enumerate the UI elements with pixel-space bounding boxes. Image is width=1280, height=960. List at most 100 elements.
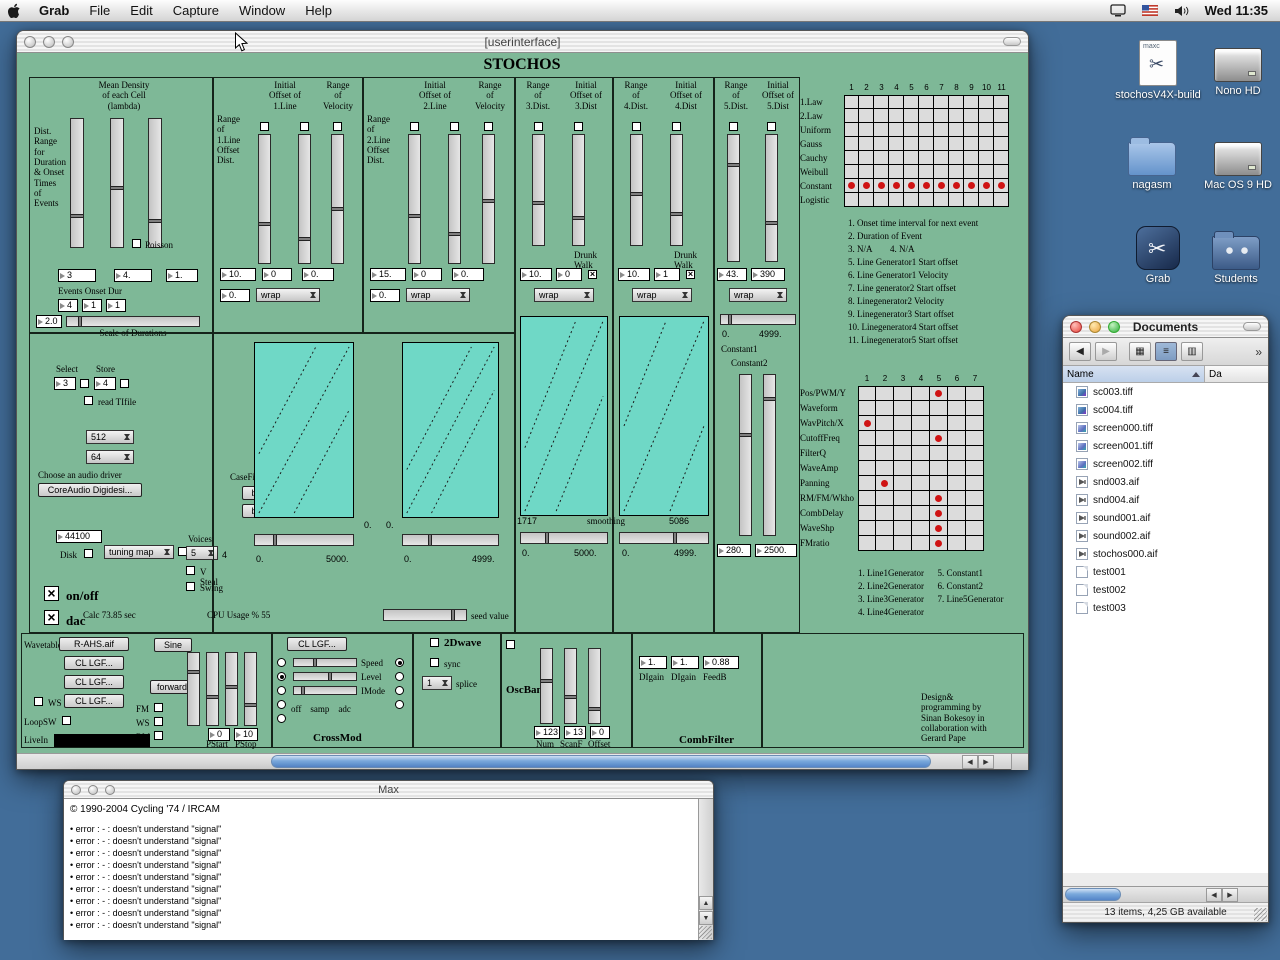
disk-checkbox[interactable] xyxy=(84,549,93,558)
line1-checkbox-2[interactable] xyxy=(300,122,309,131)
minimize-button[interactable] xyxy=(88,784,98,795)
line1-numbox-3[interactable]: 0. xyxy=(302,268,334,281)
list-item[interactable]: test003 xyxy=(1063,599,1268,617)
list-item[interactable]: sound002.aif xyxy=(1063,527,1268,545)
line2-checkbox-1[interactable] xyxy=(410,122,419,131)
density-numbox-3[interactable]: 1. xyxy=(166,269,198,282)
error-line[interactable]: • error : - : doesn't understand "signal… xyxy=(64,871,713,883)
dist5-slider-1[interactable] xyxy=(727,134,740,262)
dist5-checkbox-2[interactable] xyxy=(767,122,776,131)
stochos-titlebar[interactable]: [userinterface] xyxy=(17,31,1028,53)
sine-button[interactable]: Sine xyxy=(154,638,192,652)
oscbank-slider-1[interactable] xyxy=(540,648,553,724)
constant2-slider[interactable] xyxy=(763,374,776,536)
list-item[interactable]: sc004.tiff xyxy=(1063,401,1268,419)
line1-extra-numbox[interactable]: 0. xyxy=(220,289,250,302)
dac-toggle[interactable] xyxy=(44,610,59,625)
dist4-numbox-2[interactable]: 1 xyxy=(654,268,680,281)
scroll-right-button[interactable] xyxy=(1222,888,1238,902)
oscbank-slider-2[interactable] xyxy=(564,648,577,724)
wave1-slider[interactable] xyxy=(254,534,354,546)
error-line[interactable]: • error : - : doesn't understand "signal… xyxy=(64,847,713,859)
tuning-map-menu[interactable]: tuning map xyxy=(104,545,174,559)
close-button[interactable] xyxy=(1070,320,1082,333)
dist5-numbox-1[interactable]: 43. xyxy=(717,268,747,281)
line1-wrap-menu[interactable]: wrap xyxy=(256,288,320,302)
list-item[interactable]: snd003.aif xyxy=(1063,473,1268,491)
cl-lgf-button-3[interactable]: CL LGF... xyxy=(64,694,124,708)
minimize-button[interactable] xyxy=(43,35,55,48)
vsteal-checkbox[interactable] xyxy=(186,566,195,575)
fm-checkbox[interactable] xyxy=(154,703,163,712)
dist3-wrap-menu[interactable]: wrap xyxy=(534,288,594,302)
line2-wrap-menu[interactable]: wrap xyxy=(406,288,470,302)
dist4-slider-1[interactable] xyxy=(630,134,643,246)
source-radio-4[interactable] xyxy=(395,700,404,709)
error-line[interactable]: • error : - : doesn't understand "signal… xyxy=(64,823,713,835)
overlap-menu[interactable]: 64 xyxy=(86,450,134,464)
dist5-numbox-2[interactable]: 390 xyxy=(751,268,785,281)
source-radio-2[interactable] xyxy=(395,672,404,681)
toolbar-pill-button[interactable] xyxy=(1243,322,1261,331)
menu-window[interactable]: Window xyxy=(229,0,295,22)
d2gain-numbox[interactable]: 1. xyxy=(671,656,699,669)
line1-numbox-1[interactable]: 10. xyxy=(220,268,256,281)
desktop-icon-grab[interactable]: Grab xyxy=(1122,226,1194,285)
dist3-checkbox-1[interactable] xyxy=(534,122,543,131)
volume-menu-icon[interactable] xyxy=(1166,5,1199,17)
select-checkbox[interactable] xyxy=(80,379,89,388)
2dwave-checkbox[interactable] xyxy=(430,638,439,647)
density-numbox-1[interactable]: 3 xyxy=(58,269,96,282)
zoom-button[interactable] xyxy=(62,35,74,48)
parameter-matrix[interactable]: 1 2 3 4 5 6 7 Pos/PWM/Y Waveform WavPitch/X Cutoff… xyxy=(800,371,984,551)
ws2-checkbox[interactable] xyxy=(154,717,163,726)
constant1-slider[interactable] xyxy=(739,374,752,536)
minimize-button[interactable] xyxy=(1089,320,1101,333)
desktop-icon-nono-hd[interactable]: Nono HD xyxy=(1200,38,1276,97)
offset-numbox[interactable]: 0 xyxy=(590,726,610,739)
list-item[interactable]: sc003.tiff xyxy=(1063,383,1268,401)
wavetable-file-button[interactable]: R-AHS.aif xyxy=(59,637,129,651)
line2-numbox-3[interactable]: 0. xyxy=(452,268,484,281)
splice-menu[interactable]: 1 xyxy=(422,676,452,690)
name-column-header[interactable]: Name xyxy=(1063,366,1205,382)
events-numbox-3[interactable]: 1 xyxy=(106,299,126,312)
line1-slider-3[interactable] xyxy=(331,134,344,264)
list-item[interactable]: sound001.aif xyxy=(1063,509,1268,527)
poisson-checkbox[interactable] xyxy=(132,239,141,248)
date-column-header[interactable]: Da xyxy=(1205,366,1268,382)
scroll-down-button[interactable] xyxy=(699,911,713,925)
error-line[interactable]: • error : - : doesn't understand "signal… xyxy=(64,907,713,919)
rm-checkbox[interactable] xyxy=(154,731,163,740)
events-numbox-2[interactable]: 1 xyxy=(82,299,102,312)
dist3-numbox-1[interactable]: 10. xyxy=(520,268,552,281)
error-line[interactable]: • error : - : doesn't understand "signal… xyxy=(64,835,713,847)
list-item[interactable]: test002 xyxy=(1063,581,1268,599)
scanf-numbox[interactable]: 13 xyxy=(564,726,586,739)
events-numbox-1[interactable]: 4 xyxy=(58,299,78,312)
cl-lgf-button-2[interactable]: CL LGF... xyxy=(64,675,124,689)
line1-slider-2[interactable] xyxy=(298,134,311,264)
imode-slider[interactable] xyxy=(293,686,357,695)
line1-waveform-display[interactable] xyxy=(254,342,354,518)
patch-horizontal-scrollbar[interactable] xyxy=(17,753,1028,770)
dist3-numbox-2[interactable]: 0 xyxy=(556,268,582,281)
dist3-smoothing-slider[interactable] xyxy=(520,532,608,544)
source-radio-1[interactable] xyxy=(395,658,404,667)
max-vertical-scrollbar[interactable] xyxy=(698,799,713,940)
crossmod-radio-5[interactable] xyxy=(277,714,286,723)
dist5-slider-2[interactable] xyxy=(765,134,778,262)
store-numbox[interactable]: 4 xyxy=(94,377,116,390)
dist4-wrap-menu[interactable]: wrap xyxy=(632,288,692,302)
menu-clock[interactable]: Wed 11:35 xyxy=(1199,3,1280,18)
density-slider-2[interactable] xyxy=(110,118,124,248)
menu-file[interactable]: File xyxy=(79,0,120,22)
error-line[interactable]: • error : - : doesn't understand "signal… xyxy=(64,895,713,907)
list-item[interactable]: snd004.aif xyxy=(1063,491,1268,509)
desktop-icon-nagasm[interactable]: nagasm xyxy=(1114,132,1190,191)
density-numbox-2[interactable]: 4. xyxy=(114,269,152,282)
line1-numbox-2[interactable]: 0 xyxy=(262,268,292,281)
samplerate-numbox[interactable]: 44100 xyxy=(56,530,102,543)
forward-button[interactable]: ▶ xyxy=(1095,342,1117,361)
cl-lgf-button-1[interactable]: CL LGF... xyxy=(64,656,124,670)
